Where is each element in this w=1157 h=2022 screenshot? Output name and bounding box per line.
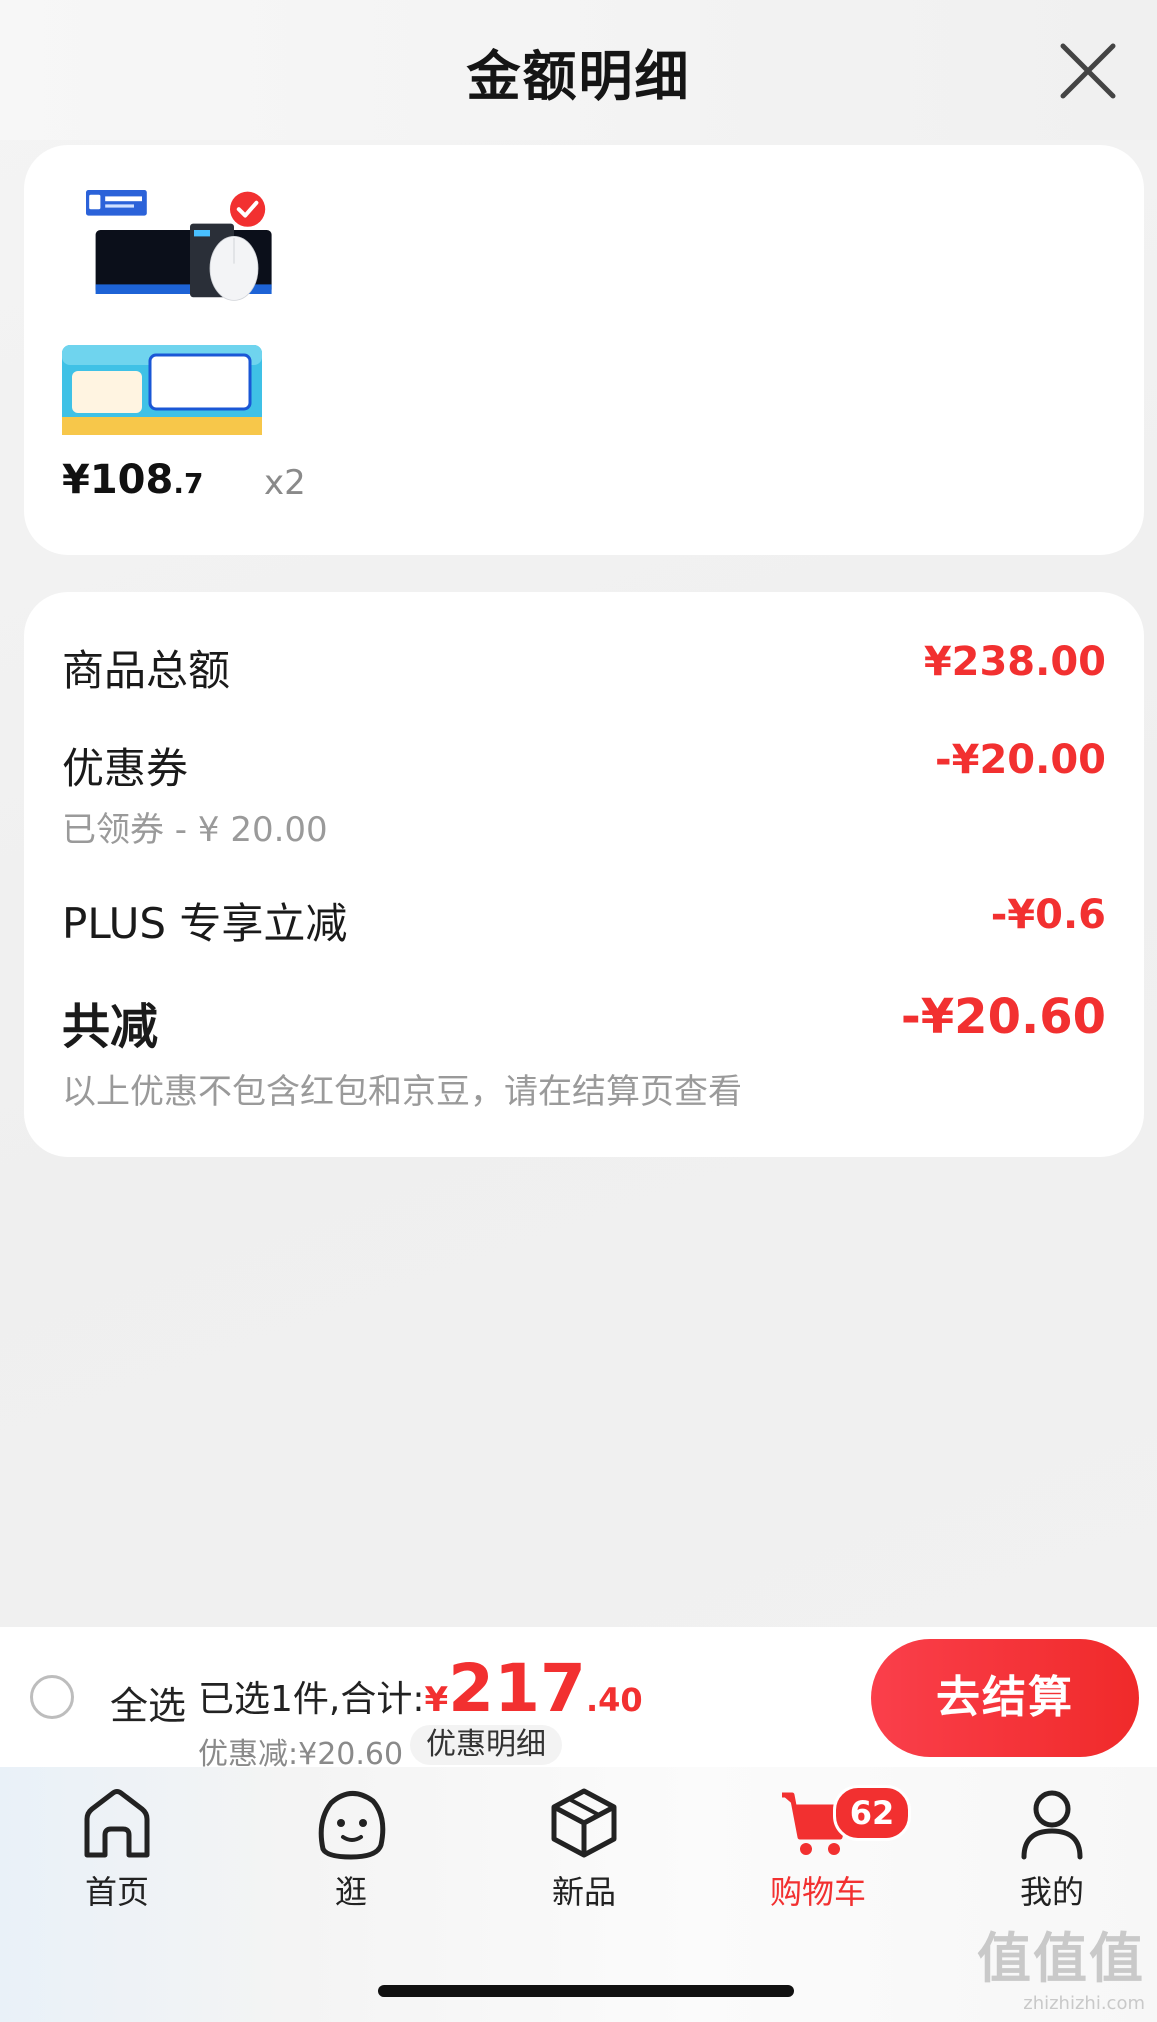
product-card[interactable]: ¥108.7 x2 — [24, 145, 1144, 555]
cart-badge: 62 — [833, 1785, 911, 1841]
watermark-logo: 值值值 — [977, 1927, 1145, 1990]
tab-browse[interactable]: 逛 — [276, 1785, 426, 1913]
product-quantity: x2 — [264, 463, 306, 503]
total-discount-value: -¥20.60 — [900, 989, 1106, 1045]
selected-summary: 已选1件,合计:¥217.40 — [198, 1650, 643, 1727]
tab-cart-label: 购物车 — [769, 1873, 866, 1911]
watermark-url: zhizhizhi.com — [1023, 1993, 1145, 2014]
tab-browse-label: 逛 — [334, 1873, 367, 1911]
coupon-value: -¥20.00 — [935, 737, 1106, 783]
sheet-header: 金额明细 — [0, 0, 1157, 140]
product-image[interactable] — [62, 190, 302, 310]
home-icon — [84, 1789, 150, 1858]
total-value: ¥238.00 — [923, 639, 1106, 685]
tab-cart[interactable]: 62 购物车 — [743, 1785, 911, 1913]
face-icon — [318, 1791, 386, 1860]
tab-home-label: 首页 — [84, 1873, 149, 1911]
product-price: ¥108.7 — [62, 457, 204, 503]
page-title: 金额明细 — [466, 45, 691, 108]
close-icon[interactable] — [1057, 40, 1119, 102]
coupon-sub-text: 已领券 - ¥ 20.00 — [62, 810, 328, 850]
checkout-button[interactable]: 去结算 — [871, 1639, 1139, 1757]
discount-detail-button[interactable]: 优惠明细 — [410, 1725, 562, 1765]
cube-icon — [551, 1788, 617, 1858]
tab-new[interactable]: 新品 — [509, 1785, 659, 1913]
select-all-label[interactable]: 全选 — [110, 1675, 186, 1730]
coupon-label: 优惠券 — [62, 744, 189, 793]
tab-new-label: 新品 — [551, 1873, 616, 1911]
home-indicator — [378, 1985, 794, 1997]
total-discount-label: 共减 — [62, 999, 159, 1055]
tab-home[interactable]: 首页 — [42, 1785, 192, 1913]
watermark: 值值值 zhizhizhi.com — [977, 1914, 1145, 2014]
user-icon — [1021, 1790, 1083, 1860]
promo-banner — [62, 345, 262, 435]
plus-discount-label: PLUS 专享立减 — [62, 899, 348, 948]
select-all-checkbox[interactable] — [30, 1675, 74, 1719]
amount-detail-card: 商品总额 ¥238.00 优惠券 -¥20.00 已领券 - ¥ 20.00 P… — [24, 592, 1144, 1157]
total-label: 商品总额 — [62, 646, 231, 695]
tab-mine[interactable]: 我的 — [977, 1785, 1127, 1913]
checkout-bar: 全选 已选1件,合计:¥217.40 优惠减:¥20.60 优惠明细 去结算 — [0, 1627, 1157, 1772]
plus-discount-value: -¥0.6 — [990, 892, 1106, 938]
tab-mine-label: 我的 — [1019, 1873, 1084, 1911]
discount-note: 以上优惠不包含红包和京豆，请在结算页查看 — [62, 1072, 742, 1112]
